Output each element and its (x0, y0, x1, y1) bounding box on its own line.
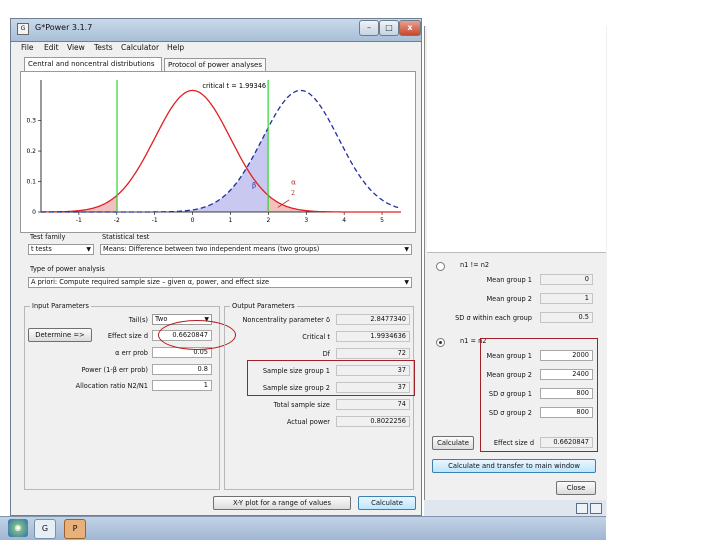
start-icon[interactable]: ◉ (8, 519, 28, 537)
maximize-button[interactable]: □ (379, 20, 399, 36)
test-family-select[interactable]: t tests ▼ (28, 244, 94, 255)
x-tick-label-2: -1 (152, 217, 158, 224)
output-value-noncentrality: 2.8477340 (336, 314, 410, 325)
beta-label: β (252, 182, 256, 190)
minimize-button[interactable]: – (359, 20, 379, 36)
radio-unequal[interactable] (436, 262, 445, 271)
top-row-label-2: Mean group 2 (486, 295, 532, 303)
title-bar: G G*Power 3.1.7 – □ x (10, 18, 422, 42)
statistical-test-value: Means: Difference between two independen… (103, 245, 320, 253)
gpower-taskbar-icon[interactable]: G (34, 519, 56, 539)
output-label-noncentrality: Noncentrality parameter δ (242, 316, 330, 324)
top-row-label-1: Mean group 1 (486, 276, 532, 284)
gpower-icon: G (17, 23, 29, 35)
test-family-label: Test family (30, 233, 66, 241)
output-label-actual-power: Actual power (286, 418, 330, 426)
taskbar: ◉ G P (0, 516, 606, 540)
menu-calculator[interactable]: Calculator (121, 43, 159, 52)
statistical-test-label: Statistical test (102, 233, 150, 241)
top-row-field-1[interactable]: 0 (540, 274, 593, 285)
top-row-field-2[interactable]: 1 (540, 293, 593, 304)
tails-value: Two (155, 315, 168, 323)
x-tick-label-6: 3 (304, 217, 308, 224)
calculate-button[interactable]: Calculate (358, 496, 416, 510)
power-analysis-label: Type of power analysis (30, 265, 105, 273)
output-label-critical-t: Critical t (302, 333, 330, 341)
tab-distributions[interactable]: Central and noncentral distributions (24, 57, 162, 71)
radio-dot-icon (439, 341, 442, 344)
x-tick-label-0: -1 (76, 217, 82, 224)
x-tick-label-1: -2 (114, 217, 120, 224)
calculate-transfer-button[interactable]: Calculate and transfer to main window (432, 459, 596, 473)
effect-size-window-blank-area (427, 26, 606, 253)
power-input[interactable]: 0.8 (152, 364, 212, 375)
x-tick-label-5: 2 (266, 217, 270, 224)
x-tick-label-8: 5 (380, 217, 384, 224)
output-label-df: Df (322, 350, 330, 358)
menu-bar: File Edit View Tests Calculator Help (11, 42, 421, 55)
chart-title: critical t = 1.99346 (202, 82, 266, 90)
powerpoint-taskbar-icon[interactable]: P (64, 519, 86, 539)
curve-noncentral (41, 89, 402, 213)
layout-icon[interactable] (576, 503, 588, 514)
output-value-actual-power: 0.8022256 (336, 416, 410, 427)
effect-size-input-label: Effect size d (107, 332, 148, 340)
distribution-chart: 0 0.1 0.2 0.3 -1 -2 -1 0 1 2 3 4 5 critical t = 1.993… (26, 80, 402, 224)
x-tick-label-4: 1 (229, 217, 233, 224)
curve-central (41, 89, 401, 213)
output-parameters-title: Output Parameters (230, 302, 297, 310)
chevron-down-icon: ▼ (404, 246, 409, 253)
test-family-value: t tests (31, 245, 52, 253)
y-tick-label-2: 0.2 (26, 148, 36, 155)
radio-equal[interactable] (436, 338, 445, 347)
output-value-df: 72 (336, 348, 410, 359)
window-close-button[interactable]: x (399, 20, 421, 36)
menu-help[interactable]: Help (167, 43, 184, 52)
chevron-down-icon: ▼ (86, 246, 91, 253)
radio-unequal-label: n1 != n2 (460, 261, 490, 269)
power-analysis-select[interactable]: A priori: Compute required sample size –… (28, 277, 412, 288)
x-tick-label-7: 4 (342, 217, 346, 224)
highlight-box-effect-inputs (480, 338, 598, 452)
input-parameters-title: Input Parameters (30, 302, 91, 310)
top-row-field-3[interactable]: 0.5 (540, 312, 593, 323)
menu-tests[interactable]: Tests (94, 43, 113, 52)
xy-plot-button[interactable]: X-Y plot for a range of values (213, 496, 351, 510)
power-label: Power (1-β err prob) (81, 366, 148, 374)
tab-protocol[interactable]: Protocol of power analyses (164, 58, 266, 71)
highlight-box-sample-sizes (247, 360, 415, 396)
output-label-total-sample: Total sample size (273, 401, 330, 409)
window-title: G*Power 3.1.7 (35, 23, 93, 32)
close-button[interactable]: Close (556, 481, 596, 495)
effect-size-window-statusbar (424, 500, 606, 516)
alpha-label: α (291, 179, 296, 187)
statistical-test-select[interactable]: Means: Difference between two independen… (100, 244, 412, 255)
alpha-denominator: 2 (291, 190, 295, 197)
alpha-label: α err prob (115, 349, 148, 357)
y-tick-label-0: 0 (32, 209, 36, 216)
alpha-area-right (268, 195, 401, 212)
layout-icon-2[interactable] (590, 503, 602, 514)
x-tick-label-3: 0 (191, 217, 195, 224)
y-tick-label-1: 0.1 (26, 179, 36, 186)
distribution-chart-panel: 0 0.1 0.2 0.3 -1 -2 -1 0 1 2 3 4 5 critical t = 1.993… (20, 71, 416, 233)
allocation-ratio-label: Allocation ratio N2/N1 (75, 382, 148, 390)
determine-button[interactable]: Determine => (28, 328, 92, 342)
power-analysis-value: A priori: Compute required sample size –… (31, 278, 270, 286)
tails-label: Tail(s) (128, 316, 148, 324)
menu-file[interactable]: File (21, 43, 34, 52)
y-tick-label-3: 0.3 (26, 118, 36, 125)
chevron-down-icon: ▼ (404, 279, 409, 286)
menu-edit[interactable]: Edit (44, 43, 59, 52)
output-value-critical-t: 1.9934636 (336, 331, 410, 342)
top-row-label-3: SD σ within each group (455, 314, 532, 322)
beta-area (41, 127, 269, 212)
effect-calculate-button[interactable]: Calculate (432, 436, 474, 450)
allocation-ratio-input[interactable]: 1 (152, 380, 212, 391)
output-value-total-sample: 74 (336, 399, 410, 410)
menu-view[interactable]: View (67, 43, 85, 52)
